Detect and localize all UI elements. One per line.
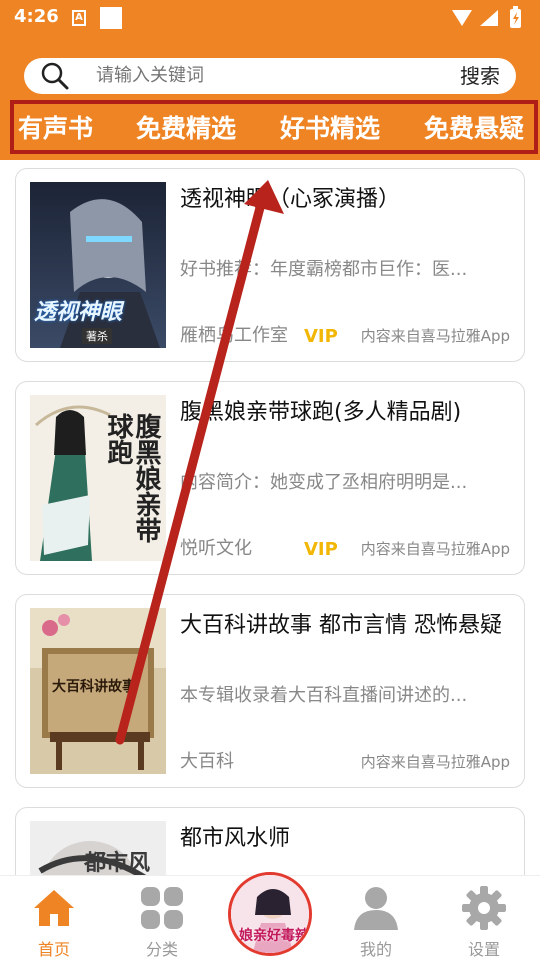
book-list[interactable]: 透视神眼 著杀 透视神眼（心冢演播） 好书推荐：年度霸榜都市巨作：医... 雁栖… [0,160,540,875]
book-source: 内容来自喜马拉雅App [360,753,510,771]
cover-title: 大百科讲故事 [52,679,136,695]
list-item[interactable]: 都市风 都市风水师 [15,807,525,875]
category-tabs: 有声书 免费精选 好书精选 免费悬疑 [10,100,538,154]
notification-square-icon [100,7,122,29]
book-cover[interactable]: 都市风 [30,821,166,875]
book-meta: 悦听文化 VIP 内容来自喜马拉雅App [180,536,510,560]
book-title[interactable]: 腹黑娘亲带球跑(多人精品剧) [180,396,514,430]
book-meta: 雁栖鸟工作室 VIP 内容来自喜马拉雅App [180,323,510,347]
search-button[interactable]: 搜索 [460,58,500,94]
book-author: 悦听文化 [180,538,252,559]
book-source: 内容来自喜马拉雅App [360,540,510,558]
notification-a-icon: A [72,10,86,26]
gear-icon [462,886,506,930]
book-description: 内容简介：她变成了丞相府明明是... [180,472,468,493]
tab-free-picks[interactable]: 免费精选 [136,109,236,145]
nav-mine-label: 我的 [359,940,392,959]
vip-badge: VIP [304,326,338,347]
home-icon [34,890,74,926]
book-description: 好书推荐：年度霸榜都市巨作：医... [180,259,468,280]
cell-icon [480,10,498,26]
book-title[interactable]: 大百科讲故事 都市言情 恐怖悬疑 [180,609,514,643]
cover-subtitle: 著杀 [82,328,112,344]
tab-free-suspense[interactable]: 免费悬疑 [424,109,524,145]
book-cover[interactable]: 大百科讲故事 [30,608,166,774]
list-item[interactable]: 大百科讲故事 大百科讲故事 都市言情 恐怖悬疑 本专辑收录着大百科直播间讲述的.… [15,594,525,788]
cover-title: 透视神眼 [34,300,123,325]
nav-settings[interactable]: 设置 [444,884,524,960]
nav-home-label: 首页 [37,940,70,959]
cover-title: 都市风 [84,851,151,875]
book-source: 内容来自喜马拉雅App [360,327,510,345]
user-icon [354,887,398,930]
signal-icon [452,10,472,26]
book-author: 大百科 [180,751,234,772]
status-bar: 4:26 A [0,0,540,38]
search-input[interactable] [96,58,436,94]
featured-cover-title: 娘亲好毒辣 [239,928,309,944]
status-icons [452,6,521,28]
vip-badge: VIP [304,539,338,560]
nav-category[interactable]: 分类 [122,884,202,960]
book-author: 雁栖鸟工作室 [180,325,288,346]
book-title[interactable]: 都市风水师 [180,822,514,856]
nav-mine[interactable]: 我的 [336,884,416,960]
category-grid-icon [141,887,183,929]
list-item[interactable]: 透视神眼 著杀 透视神眼（心冢演播） 好书推荐：年度霸榜都市巨作：医... 雁栖… [15,168,525,362]
status-time: 4:26 [14,6,59,27]
nav-settings-label: 设置 [467,940,500,959]
search-bar[interactable]: 搜索 [24,58,516,94]
book-title[interactable]: 透视神眼（心冢演播） [180,183,514,217]
book-cover[interactable]: 透视神眼 著杀 [30,182,166,348]
featured-book-button[interactable]: 娘亲好毒辣 [228,872,312,956]
header: 搜索 有声书 免费精选 好书精选 免费悬疑 [0,38,540,160]
tab-audiobook[interactable]: 有声书 [18,109,93,145]
book-meta: 大百科 内容来自喜马拉雅App [180,749,510,773]
book-cover[interactable]: 腹黑娘亲带球跑 [30,395,166,561]
cover-title: 腹黑娘亲带球跑 [103,413,161,543]
nav-home[interactable]: 首页 [14,884,94,960]
search-icon[interactable] [40,61,70,91]
tab-good-books[interactable]: 好书精选 [280,109,380,145]
nav-category-label: 分类 [145,940,178,959]
book-description: 本专辑收录着大百科直播间讲述的... [180,685,468,706]
list-item[interactable]: 腹黑娘亲带球跑 腹黑娘亲带球跑(多人精品剧) 内容简介：她变成了丞相府明明是..… [15,381,525,575]
bottom-nav: 首页 分类 娘亲好毒辣 我的 设置 [0,872,540,960]
